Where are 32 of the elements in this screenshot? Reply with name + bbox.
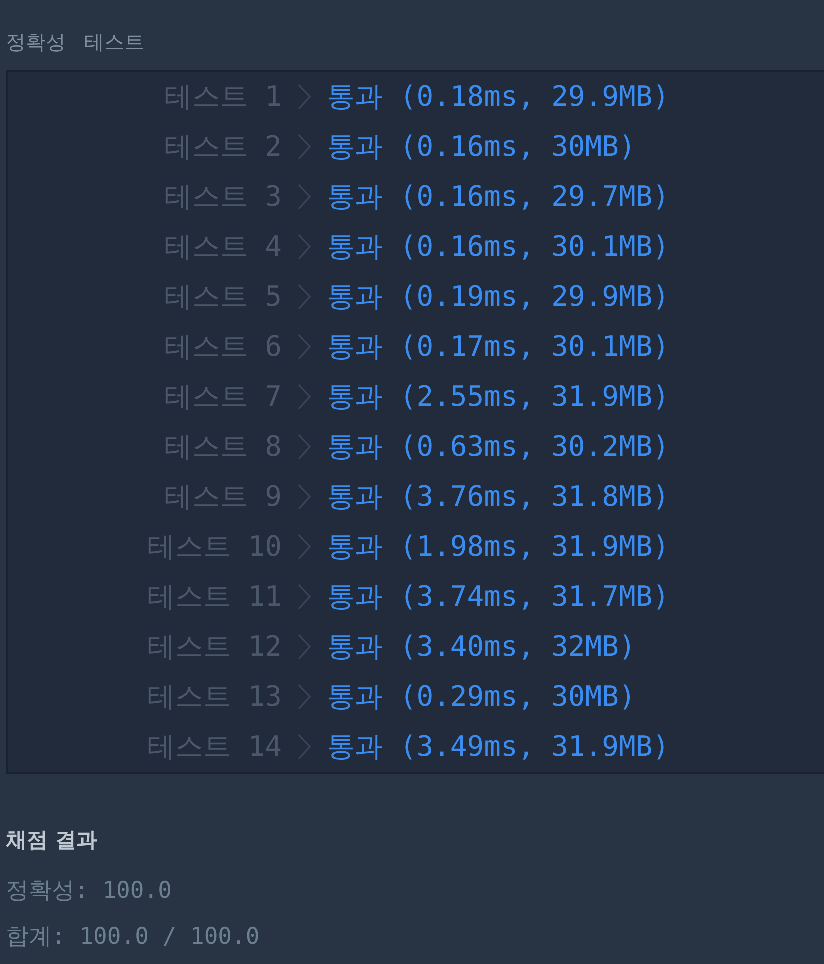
chevron-icon: [298, 384, 311, 410]
chevron-icon: [298, 284, 311, 310]
test-result: 통과 (0.29ms, 30MB): [327, 680, 636, 714]
test-result: 통과 (3.74ms, 31.7MB): [327, 580, 670, 614]
chevron-icon: [298, 234, 311, 260]
chevron-icon: [298, 484, 311, 510]
test-result: 통과 (0.16ms, 30MB): [327, 130, 636, 164]
test-result: 통과 (0.19ms, 29.9MB): [327, 280, 670, 314]
test-result: 통과 (3.40ms, 32MB): [327, 630, 636, 664]
test-result: 통과 (1.98ms, 31.9MB): [327, 530, 670, 564]
summary-title: 채점 결과: [6, 827, 98, 854]
chevron-icon: [298, 434, 311, 460]
chevron-icon: [298, 734, 311, 760]
score-line: 정확성: 100.0: [6, 877, 172, 906]
section-title: 정확성 테스트: [6, 29, 144, 56]
test-result: 통과 (0.16ms, 29.7MB): [327, 180, 670, 214]
score-line: 합계: 100.0 / 100.0: [6, 923, 260, 952]
test-result: 통과 (2.55ms, 31.9MB): [327, 380, 670, 414]
chevron-icon: [298, 334, 311, 360]
chevron-icon: [298, 584, 311, 610]
chevron-icon: [298, 634, 311, 660]
chevron-icon: [298, 84, 311, 110]
test-result: 통과 (0.18ms, 29.9MB): [327, 80, 670, 114]
test-result: 통과 (3.49ms, 31.9MB): [327, 730, 670, 764]
chevron-icon: [298, 684, 311, 710]
test-result: 통과 (0.16ms, 30.1MB): [327, 230, 670, 264]
chevron-icon: [298, 534, 311, 560]
chevron-icon: [298, 184, 311, 210]
chevron-icon: [298, 134, 311, 160]
test-result: 통과 (0.17ms, 30.1MB): [327, 330, 670, 364]
test-result: 통과 (3.76ms, 31.8MB): [327, 480, 670, 514]
test-result: 통과 (0.63ms, 30.2MB): [327, 430, 670, 464]
